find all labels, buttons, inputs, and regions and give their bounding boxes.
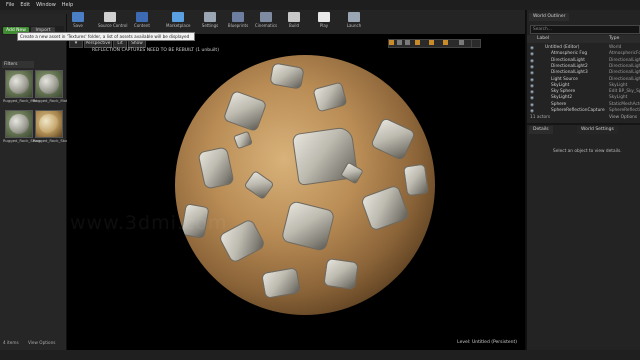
asset-label: Rugged_Rock_Sharp <box>3 138 42 143</box>
toolbar-icon <box>318 12 330 22</box>
toolbar-button[interactable]: Cinematics <box>254 11 278 33</box>
status-bar <box>0 350 640 360</box>
toolbar-label: Source Control <box>98 23 128 28</box>
rock <box>197 146 235 190</box>
toolbar-label: Play <box>319 23 329 28</box>
material-sphere-icon <box>39 74 59 94</box>
toolbar-label: Settings <box>201 23 219 28</box>
material-sphere-icon <box>9 74 29 94</box>
outliner-view-options-button[interactable]: View Options <box>609 115 637 120</box>
toolbar-icon <box>348 12 360 22</box>
asset-label: Rugged_Rock_Mat2 <box>33 98 70 103</box>
menu-edit[interactable]: Edit <box>20 2 30 8</box>
toolbar-icon <box>204 12 216 22</box>
add-new-tooltip: Create a new asset in 'Textures' folder,… <box>17 32 195 41</box>
toolbar-button[interactable]: Settings <box>198 11 222 33</box>
asset-thumbnail[interactable] <box>5 70 33 98</box>
toolbar-label: Build <box>288 23 300 28</box>
toolbar-button[interactable]: Save <box>66 11 90 33</box>
scale-snap-icon[interactable] <box>443 40 448 45</box>
visibility-eye-icon[interactable]: ◉ <box>530 108 534 115</box>
toolbar-icon <box>72 12 84 22</box>
toolbar-icon <box>104 12 116 22</box>
menu-file[interactable]: File <box>6 2 14 8</box>
toolbar-button[interactable]: Content <box>130 11 154 33</box>
toolbar-button[interactable]: Blueprints <box>226 11 250 33</box>
rock <box>280 200 336 252</box>
menu-window[interactable]: Window <box>36 2 56 8</box>
rock <box>323 257 359 291</box>
rock <box>269 62 305 90</box>
toolbar-label: Save <box>73 23 83 28</box>
toolbar-icon <box>136 12 148 22</box>
filters-button[interactable]: Filters <box>2 61 34 68</box>
rock <box>369 116 417 162</box>
outliner-row[interactable]: ◉ SphereReflectionCapture SphereReflection… <box>527 107 640 114</box>
toolbar-label: Cinematics <box>254 23 278 28</box>
toolbar-icon <box>288 12 300 22</box>
outliner-header: Label Type <box>527 35 640 43</box>
rock <box>233 130 253 150</box>
tab-world-outliner[interactable]: World Outliner <box>529 13 570 21</box>
outliner-search-input[interactable]: Search... <box>530 25 640 34</box>
scale-tool-icon[interactable] <box>405 40 410 45</box>
rock <box>360 184 410 232</box>
toolbar-button[interactable]: Build <box>282 11 306 33</box>
maximize-viewport-icon[interactable] <box>471 39 481 48</box>
move-tool-icon[interactable] <box>389 40 394 45</box>
tab-world-settings[interactable]: World Settings <box>577 126 618 134</box>
toolbar-button[interactable]: Play <box>312 11 336 33</box>
menu-help[interactable]: Help <box>62 2 73 8</box>
content-browser-panel: Add New Import Filters Rugged_Rock_Mat R… <box>0 14 72 360</box>
camera-speed-icon[interactable] <box>459 40 464 45</box>
actor-name: SphereReflectionCapture <box>551 108 605 113</box>
material-sphere-icon <box>9 114 29 134</box>
type-column-header[interactable]: Type <box>609 35 619 43</box>
panel-divider <box>527 123 640 125</box>
rock <box>222 89 268 133</box>
toolbar-label: Content <box>134 23 150 28</box>
toolbar-button[interactable]: Source Control <box>98 11 128 33</box>
view-options-button[interactable]: View Options <box>28 340 55 345</box>
rock <box>261 267 301 299</box>
toolbar-label: Marketplace <box>166 23 191 28</box>
right-panel: World Outliner Search... Label Type ◉ Unt… <box>526 10 640 350</box>
rock <box>243 169 275 201</box>
toolbar-label: Launch <box>346 23 362 28</box>
asset-label: Rugged_Rock_Mat <box>3 98 38 103</box>
asset-label: Rugged_Rock_Stone <box>33 138 72 143</box>
asset-thumbnail[interactable] <box>35 70 63 98</box>
actor-count: 11 actors <box>530 115 551 120</box>
toolbar-button[interactable]: Marketplace <box>166 11 191 33</box>
toolbar-icon <box>260 12 272 22</box>
viewport-level-status: Level: Untitled (Persistent) <box>457 340 517 345</box>
watermark: www.3dmi.com <box>70 212 228 234</box>
menu-bar: File Edit Window Help <box>0 0 640 10</box>
rock-sphere-mesh[interactable] <box>175 55 435 315</box>
actor-type: SphereReflectionCap <box>609 108 640 113</box>
details-empty-message: Select an object to view details. <box>553 149 622 154</box>
label-column-header[interactable]: Label <box>537 35 549 43</box>
viewport-warning: REFLECTION CAPTURES NEED TO BE REBUILT (… <box>92 48 219 53</box>
material-sphere-icon <box>39 114 59 134</box>
rock <box>312 81 348 113</box>
tab-details[interactable]: Details <box>529 126 553 134</box>
asset-thumbnail[interactable] <box>5 110 33 138</box>
toolbar-icon <box>232 12 244 22</box>
toolbar-label: Blueprints <box>227 23 249 28</box>
toolbar-button[interactable]: Launch <box>342 11 366 33</box>
item-count: 4 items <box>3 340 19 345</box>
rotate-tool-icon[interactable] <box>397 40 402 45</box>
rock <box>403 163 429 197</box>
grid-snap-icon[interactable] <box>415 40 420 45</box>
toolbar-icon <box>172 12 184 22</box>
asset-thumbnail[interactable] <box>35 110 63 138</box>
rotation-snap-icon[interactable] <box>429 40 434 45</box>
